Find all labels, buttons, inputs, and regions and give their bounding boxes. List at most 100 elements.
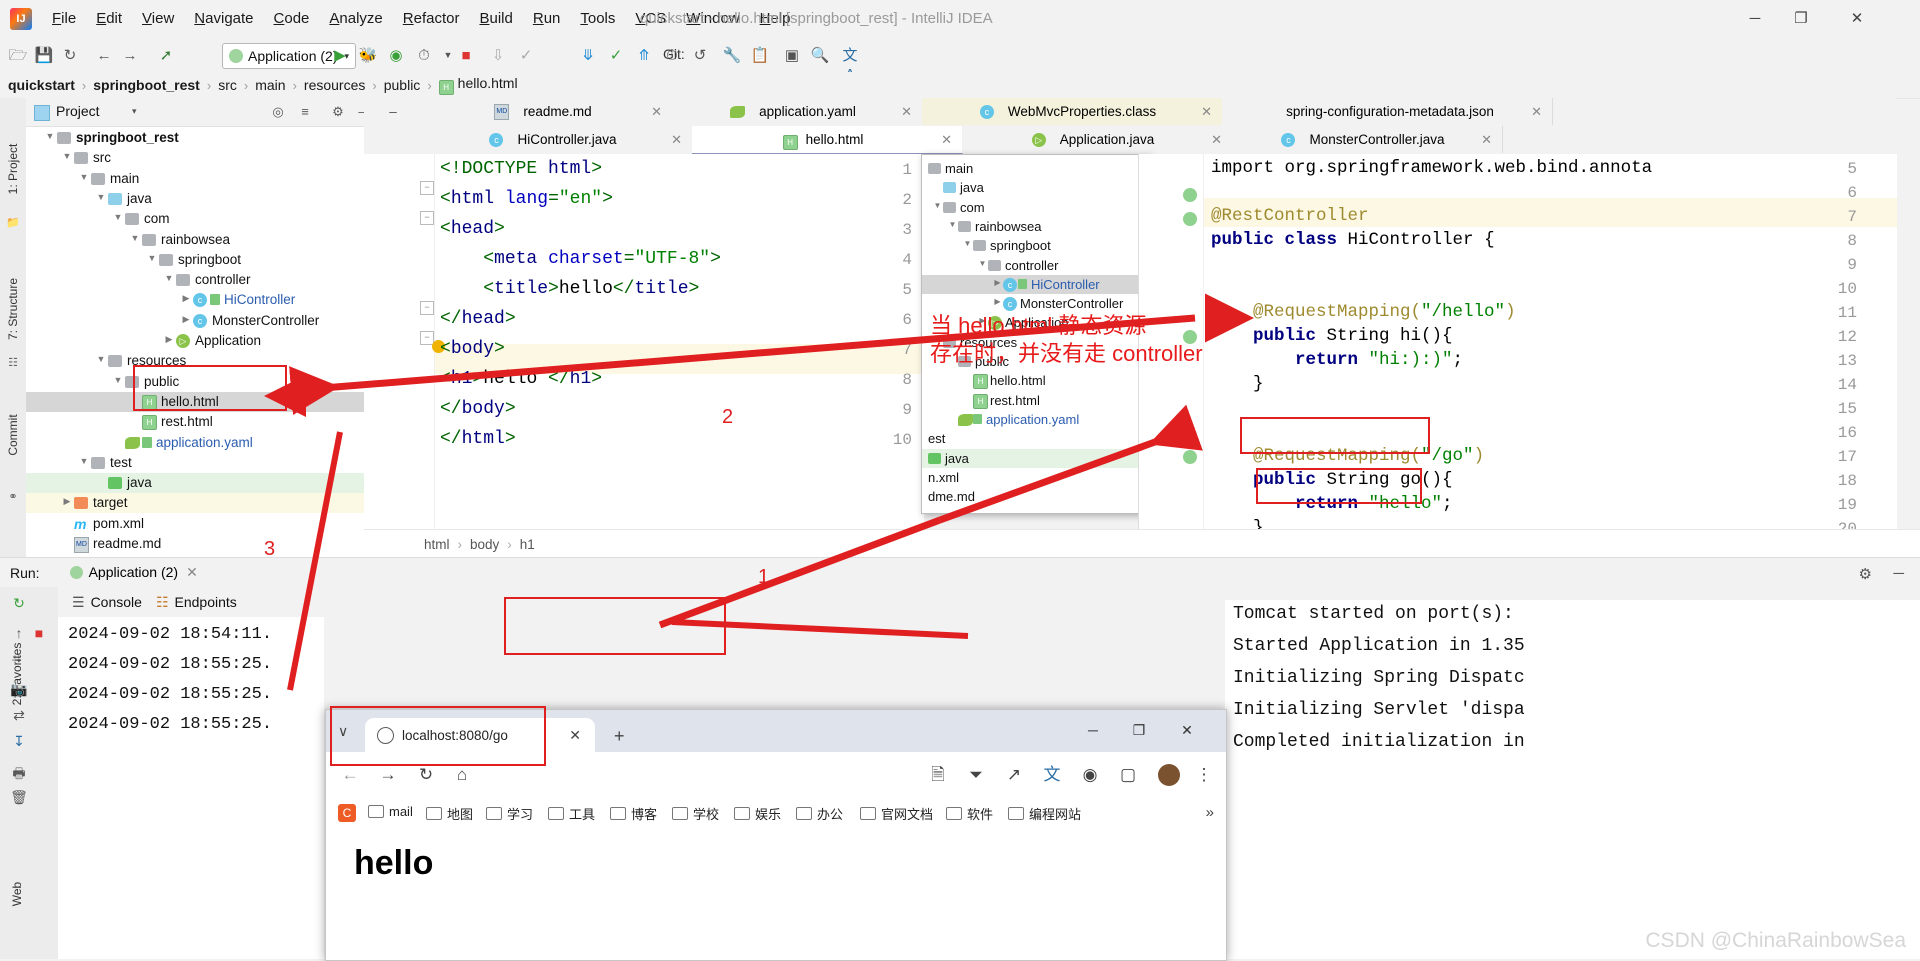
close-icon[interactable]: ✕	[651, 104, 662, 120]
breadcrumb-item-src[interactable]: src	[218, 77, 237, 93]
open-folder-icon[interactable]: 🗁	[8, 46, 28, 65]
fold-marker-icon[interactable]: −	[420, 181, 434, 195]
code-line[interactable]: <h1>hello </h1>	[440, 369, 602, 389]
close-icon[interactable]: ✕	[1531, 104, 1542, 120]
translate-icon[interactable]: 文A	[840, 46, 860, 83]
code-line[interactable]: public class HiController {	[1211, 230, 1495, 250]
hide-tabs-button[interactable]: –	[364, 98, 423, 125]
run-subtab-console[interactable]: ☰ Console	[72, 594, 142, 611]
close-icon[interactable]: ✕	[671, 132, 682, 148]
project-tree-item-test[interactable]: ▼ test	[26, 453, 364, 473]
code-line[interactable]: <title>hello</title>	[440, 279, 699, 299]
overlay-tree-item-rest-html[interactable]: Hrest.html	[922, 391, 1150, 410]
tree-expand-arrow-icon[interactable]: ▶	[180, 293, 192, 304]
html-editor-pane[interactable]: − − − − 1 <!DOCTYPE html> 2 <html lang="en"…	[364, 154, 924, 529]
overlay-tree-item-java[interactable]: java	[922, 178, 1150, 197]
code-line[interactable]: </head>	[440, 309, 516, 329]
element-breadcrumb-h1[interactable]: h1	[520, 537, 535, 552]
layout-icon[interactable]: 📋	[750, 46, 770, 65]
bookmark-item-1[interactable]: 地图	[426, 804, 473, 823]
run-subtabs[interactable]: ☰ Console ☷ Endpoints	[58, 587, 318, 617]
translate-icon[interactable]: 文	[1040, 763, 1064, 787]
run-subtab-endpoints[interactable]: ☷ Endpoints	[156, 594, 237, 611]
code-line[interactable]: import org.springframework.web.bind.anno…	[1211, 158, 1652, 178]
overlay-tree-item-main[interactable]: main	[922, 159, 1150, 178]
project-tree-item-hicontroller[interactable]: ▶ c HiController	[26, 290, 364, 310]
project-tree-item-main[interactable]: ▼ main	[26, 169, 364, 189]
breadcrumb-item-springboot-rest[interactable]: springboot_rest	[93, 77, 200, 93]
editor-element-breadcrumb[interactable]: html › body › h1	[364, 529, 1920, 558]
gear-icon[interactable]: ⚙	[330, 104, 346, 120]
project-tree-item-monstercontroller[interactable]: ▶ c MonsterController	[26, 311, 364, 331]
find-icon[interactable]: 🔍	[810, 46, 830, 65]
menu-item-edit[interactable]: Edit	[86, 0, 132, 38]
project-tree-item-pom-xml[interactable]: m pom.xml	[26, 514, 364, 534]
forward-arrow-icon[interactable]: →	[376, 763, 400, 787]
tree-expand-arrow-icon[interactable]: ▶	[992, 297, 1003, 306]
project-tree-item-springboot[interactable]: ▼ springboot	[26, 250, 364, 270]
overlay-tree-item-dme-md[interactable]: dme.md	[922, 487, 1150, 506]
project-tree-item-public[interactable]: ▼ public	[26, 372, 364, 392]
tree-expand-arrow-icon[interactable]: ▼	[95, 354, 107, 364]
window-minimize-button[interactable]: ─	[1732, 0, 1778, 38]
java-editor-pane[interactable]: 5 import org.springframework.web.bind.ann…	[1138, 154, 1897, 538]
window-close-button[interactable]: ✕	[1834, 0, 1880, 38]
tree-expand-arrow-icon[interactable]: ▼	[112, 212, 124, 222]
browser-maximize-button[interactable]: ❐	[1126, 722, 1152, 742]
code-line[interactable]: return "hi:):)";	[1211, 350, 1463, 370]
rail-item-commit[interactable]: Commit	[6, 396, 20, 474]
back-arrow-icon[interactable]: ←	[94, 46, 114, 65]
bookmark-item-10[interactable]: 编程网站	[1008, 804, 1081, 823]
spring-bean-gutter-icon[interactable]	[1183, 212, 1197, 226]
fold-marker-icon[interactable]: −	[420, 211, 434, 225]
sync-icon[interactable]: ↻	[60, 46, 80, 65]
run-icon[interactable]: ▶	[330, 46, 350, 65]
breadcrumb-item-resources[interactable]: resources	[304, 77, 365, 93]
project-tree-item-rest-html[interactable]: Hrest.html	[26, 412, 364, 432]
bookmark-item-6[interactable]: 娱乐	[734, 804, 781, 823]
profile-chevron-icon[interactable]: ▼	[438, 46, 458, 65]
tree-expand-arrow-icon[interactable]: ▼	[61, 151, 73, 161]
code-line[interactable]: @RequestMapping("/hello")	[1211, 302, 1516, 322]
project-tree-item-controller[interactable]: ▼ controller	[26, 270, 364, 290]
rail-item-web[interactable]: Web	[10, 855, 24, 933]
avatar-icon[interactable]	[1158, 764, 1180, 786]
search-everywhere-icon[interactable]: ▣	[782, 46, 802, 65]
close-icon[interactable]: ✕	[569, 727, 581, 744]
project-tree-item-com[interactable]: ▼ com	[26, 209, 364, 229]
extensions-icon[interactable]: ▢	[1116, 763, 1140, 787]
bookmark-item-7[interactable]: 办公	[796, 804, 843, 823]
home-icon[interactable]: ⌂	[450, 763, 474, 787]
run-tab-application[interactable]: Application (2) ✕	[61, 558, 206, 589]
close-icon[interactable]: ✕	[1211, 132, 1222, 148]
csdn-bookmark-icon[interactable]: C	[338, 804, 356, 822]
tree-expand-arrow-icon[interactable]: ▼	[129, 233, 141, 243]
wrench-icon[interactable]: 🔧	[722, 46, 742, 65]
element-breadcrumb-body[interactable]: body	[470, 537, 499, 552]
breadcrumb-item-quickstart[interactable]: quickstart	[8, 77, 75, 93]
tree-expand-arrow-icon[interactable]: ▼	[112, 375, 124, 385]
browser-tab[interactable]: localhost:8080/go ✕	[365, 718, 595, 752]
run-coverage-icon[interactable]: ◉	[386, 46, 406, 65]
breadcrumb[interactable]: quickstart › springboot_rest › src › main › reso…	[0, 72, 1920, 99]
overlay-tree-item-rainbowsea[interactable]: ▼ rainbowsea	[922, 217, 1150, 236]
locate-file-icon[interactable]: ◎	[270, 104, 286, 120]
tree-expand-arrow-icon[interactable]: ▼	[95, 192, 107, 202]
overlay-tree-item-controller[interactable]: ▼ controller	[922, 256, 1150, 275]
project-tree-item-java[interactable]: java	[26, 473, 364, 494]
menu-item-navigate[interactable]: Navigate	[184, 0, 263, 38]
project-tree-item-java[interactable]: ▼ java	[26, 189, 364, 209]
save-icon[interactable]: 💾	[34, 46, 54, 65]
console-output-left[interactable]: 2024-09-02 18:54:11. 2024-09-02 18:55:25.…	[58, 617, 324, 959]
bookmarks-overflow-icon[interactable]: »	[1206, 804, 1214, 821]
rail-item-structure[interactable]: 7: Structure	[6, 270, 20, 348]
commit-icon[interactable]: ✓	[516, 46, 536, 65]
close-icon[interactable]: ✕	[186, 564, 198, 581]
git-commit-check-icon[interactable]: ✓	[606, 46, 626, 65]
chrome-browser-window[interactable]: ∨ localhost:8080/go ✕ + ─ ❐ ✕ ← → ↻ ⌂ ⓘ …	[325, 709, 1227, 961]
project-tree-item-application-yaml[interactable]: application.yaml	[26, 433, 364, 453]
code-line[interactable]: public String hi(){	[1211, 326, 1453, 346]
code-line[interactable]: @RestController	[1211, 206, 1369, 226]
bookmark-item-0[interactable]: mail	[368, 804, 413, 819]
breadcrumb-item-main[interactable]: main	[255, 77, 285, 93]
